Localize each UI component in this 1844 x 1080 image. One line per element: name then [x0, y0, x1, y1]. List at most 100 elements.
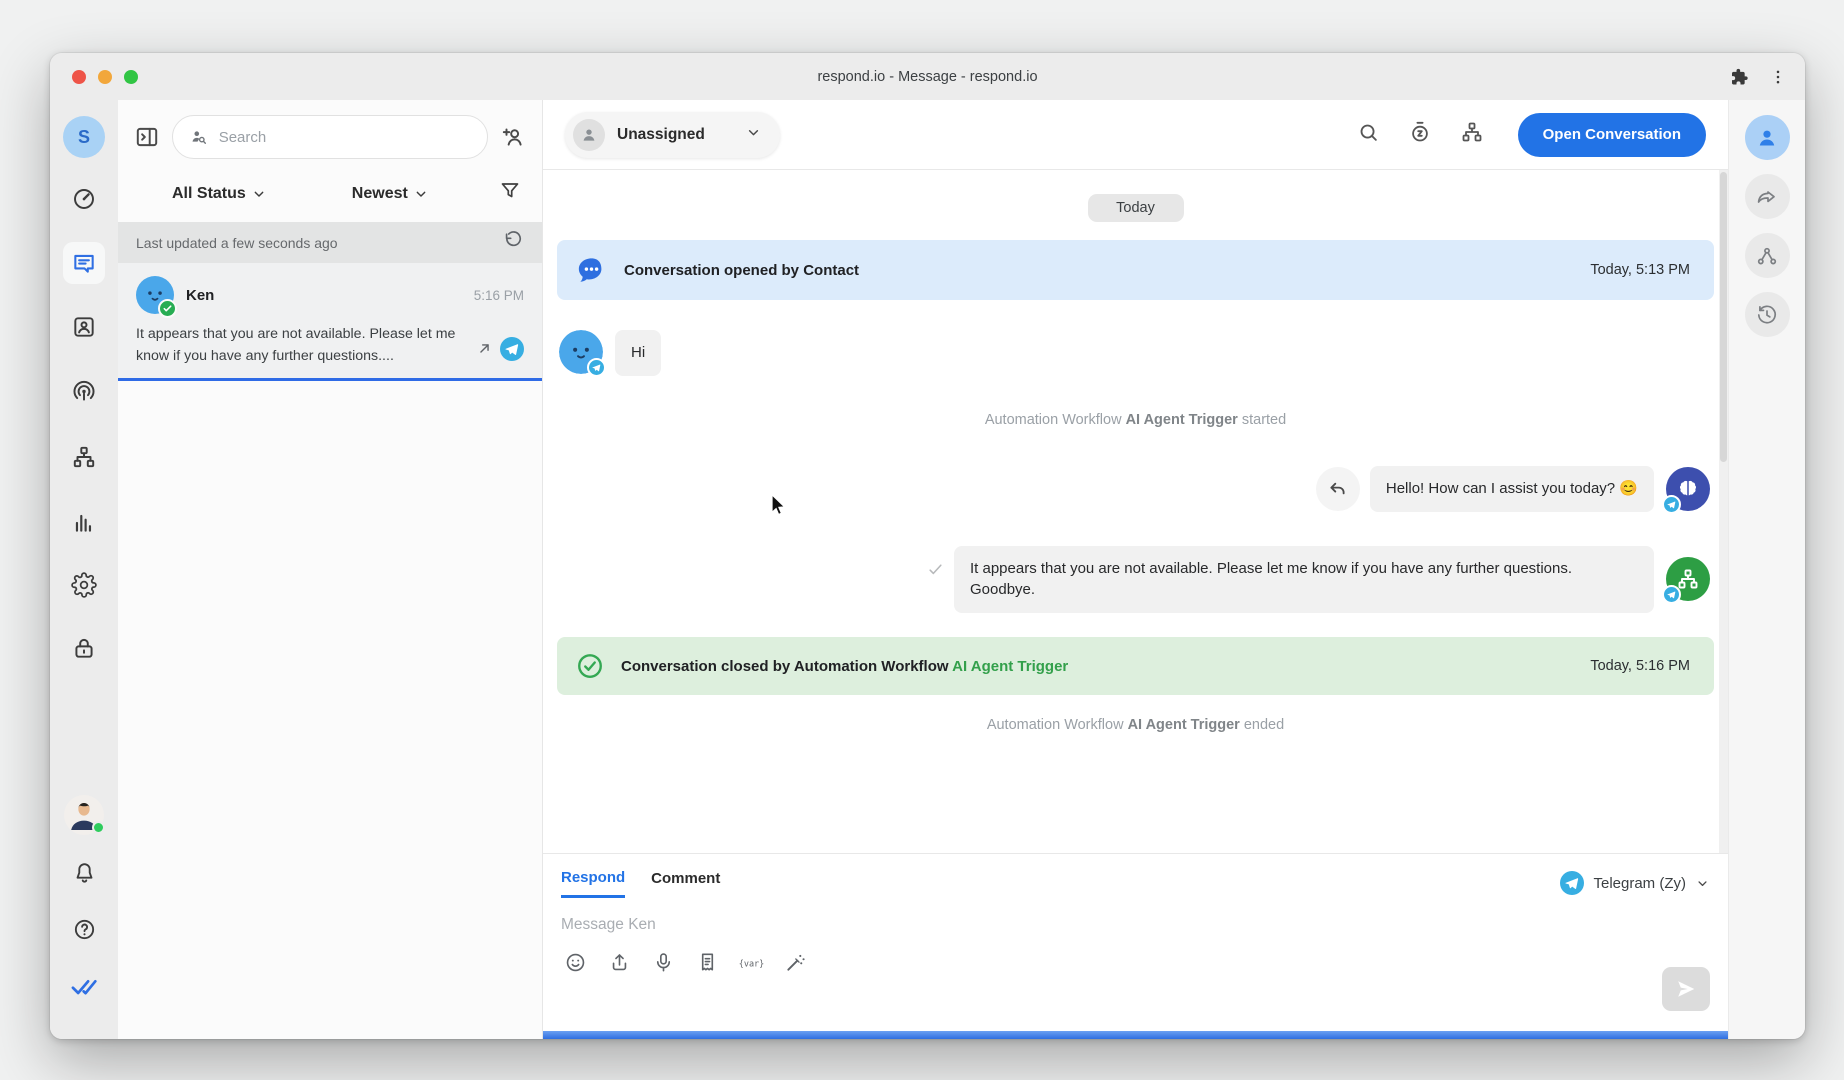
contact-details-button[interactable]: [1745, 115, 1790, 160]
search-messages-button[interactable]: [1357, 121, 1380, 149]
sidebar-item-dashboard[interactable]: [63, 178, 105, 220]
chat-header: Unassigned: [543, 100, 1728, 170]
send-icon: [1675, 978, 1697, 1000]
sort-label: Newest: [352, 185, 408, 203]
sidebar-item-notifications[interactable]: [63, 851, 105, 893]
send-button[interactable]: [1662, 967, 1710, 1011]
snippet-icon: [696, 951, 719, 974]
conversation-search[interactable]: [172, 115, 488, 159]
lock-icon: [71, 635, 97, 661]
workflows-icon: [71, 444, 97, 470]
chat-scrollbar[interactable]: [1719, 170, 1728, 853]
add-contact-icon: [500, 124, 526, 150]
telegram-channel-icon: [500, 337, 524, 366]
tab-comment[interactable]: Comment: [651, 870, 720, 896]
forward-button[interactable]: [1745, 174, 1790, 219]
check-circle-icon: [575, 651, 605, 681]
date-separator: Today: [1088, 194, 1184, 222]
sidebar-item-broadcast[interactable]: [63, 371, 105, 413]
sidebar-item-workflows[interactable]: [63, 436, 105, 478]
refresh-icon: [502, 230, 524, 252]
close-window-button[interactable]: [72, 70, 86, 84]
extensions-icon[interactable]: [1729, 67, 1749, 87]
last-updated-bar: Last updated a few seconds ago: [118, 222, 542, 263]
search-input[interactable]: [219, 129, 471, 146]
person-icon: [1755, 126, 1779, 150]
snooze-button[interactable]: [1408, 120, 1432, 149]
messages-icon: [71, 250, 97, 276]
message-input[interactable]: [561, 916, 1365, 934]
workspace-avatar[interactable]: S: [63, 116, 105, 158]
workflow-message-row: It appears that you are not available. P…: [557, 546, 1714, 614]
refresh-button[interactable]: [502, 230, 524, 255]
double-check-logo-icon: [70, 972, 98, 1000]
sidebar-item-settings[interactable]: [63, 564, 105, 606]
opened-event-text: Conversation opened by Contact: [624, 262, 859, 279]
reply-button[interactable]: [1316, 467, 1360, 511]
history-icon: [1755, 303, 1779, 327]
snooze-icon: [1408, 120, 1432, 144]
assignee-label: Unassigned: [617, 126, 705, 144]
nodes-icon: [1755, 244, 1779, 268]
respond-logo[interactable]: [63, 965, 105, 1007]
workflow-ended-status: Automation Workflow AI Agent Trigger end…: [557, 717, 1714, 733]
sidebar-item-contacts[interactable]: [63, 306, 105, 348]
workflow-started-status: Automation Workflow AI Agent Trigger sta…: [557, 412, 1714, 428]
emoji-button[interactable]: [561, 948, 589, 976]
telegram-badge-icon: [1662, 495, 1681, 514]
conversation-list-item[interactable]: Ken 5:16 PM It appears that you are not …: [118, 263, 542, 381]
sidebar-item-messages[interactable]: [63, 242, 105, 284]
dashboard-icon: [71, 186, 97, 212]
collapse-panel-button[interactable]: [134, 124, 160, 150]
status-filter-dropdown[interactable]: All Status: [172, 185, 267, 203]
sidebar-item-reports[interactable]: [63, 502, 105, 544]
reply-arrow-icon: [1327, 478, 1348, 499]
left-nav-rail: S: [50, 100, 118, 1039]
org-chart-icon: [1676, 567, 1700, 591]
assignee-dropdown[interactable]: Unassigned: [565, 112, 780, 158]
collapse-panel-icon: [134, 124, 160, 150]
emoji-icon: [564, 951, 587, 974]
ai-assist-button[interactable]: [781, 948, 809, 976]
chat-panel: Unassigned: [543, 100, 1728, 1039]
history-button[interactable]: [1745, 292, 1790, 337]
outgoing-arrow-icon: [476, 340, 493, 362]
composer-accent-bar: [543, 1031, 1728, 1039]
bell-icon: [72, 860, 97, 885]
search-contact-icon: [189, 126, 209, 148]
voice-message-button[interactable]: [649, 948, 677, 976]
add-contact-button[interactable]: [500, 124, 526, 150]
titlebar: respond.io - Message - respond.io: [50, 53, 1805, 100]
channels-button[interactable]: [1745, 233, 1790, 278]
tab-respond[interactable]: Respond: [561, 869, 625, 898]
telegram-icon: [1560, 871, 1584, 895]
inbound-message-row: Hi: [557, 330, 1714, 376]
sort-dropdown[interactable]: Newest: [352, 185, 429, 203]
conversation-time: 5:16 PM: [474, 288, 524, 303]
window-title: respond.io - Message - respond.io: [817, 69, 1037, 85]
workspace-initial: S: [63, 116, 105, 158]
variable-button[interactable]: {var}: [737, 948, 765, 976]
channel-label: Telegram (Zy): [1593, 875, 1686, 892]
minimize-window-button[interactable]: [98, 70, 112, 84]
sidebar-item-security[interactable]: [63, 627, 105, 669]
workflow-button[interactable]: [1460, 120, 1484, 149]
app-window: respond.io - Message - respond.io S: [50, 53, 1805, 1039]
forward-arrow-icon: [1755, 185, 1779, 209]
filter-button[interactable]: [498, 179, 522, 208]
user-avatar[interactable]: [63, 794, 105, 836]
chevron-down-icon: [1695, 876, 1710, 891]
browser-menu-icon[interactable]: [1769, 68, 1787, 86]
channel-selector[interactable]: Telegram (Zy): [1560, 871, 1710, 895]
open-conversation-button[interactable]: Open Conversation: [1518, 113, 1706, 157]
chat-scrollbar-thumb[interactable]: [1720, 172, 1727, 462]
reports-icon: [71, 510, 97, 536]
attach-file-button[interactable]: [605, 948, 633, 976]
last-updated-text: Last updated a few seconds ago: [136, 235, 338, 251]
snippet-button[interactable]: [693, 948, 721, 976]
assignee-avatar-icon: [573, 119, 605, 151]
traffic-lights: [72, 53, 138, 100]
sidebar-item-help[interactable]: [63, 908, 105, 950]
conversation-panel: All Status Newest Last updated a few sec…: [118, 100, 543, 1039]
maximize-window-button[interactable]: [124, 70, 138, 84]
